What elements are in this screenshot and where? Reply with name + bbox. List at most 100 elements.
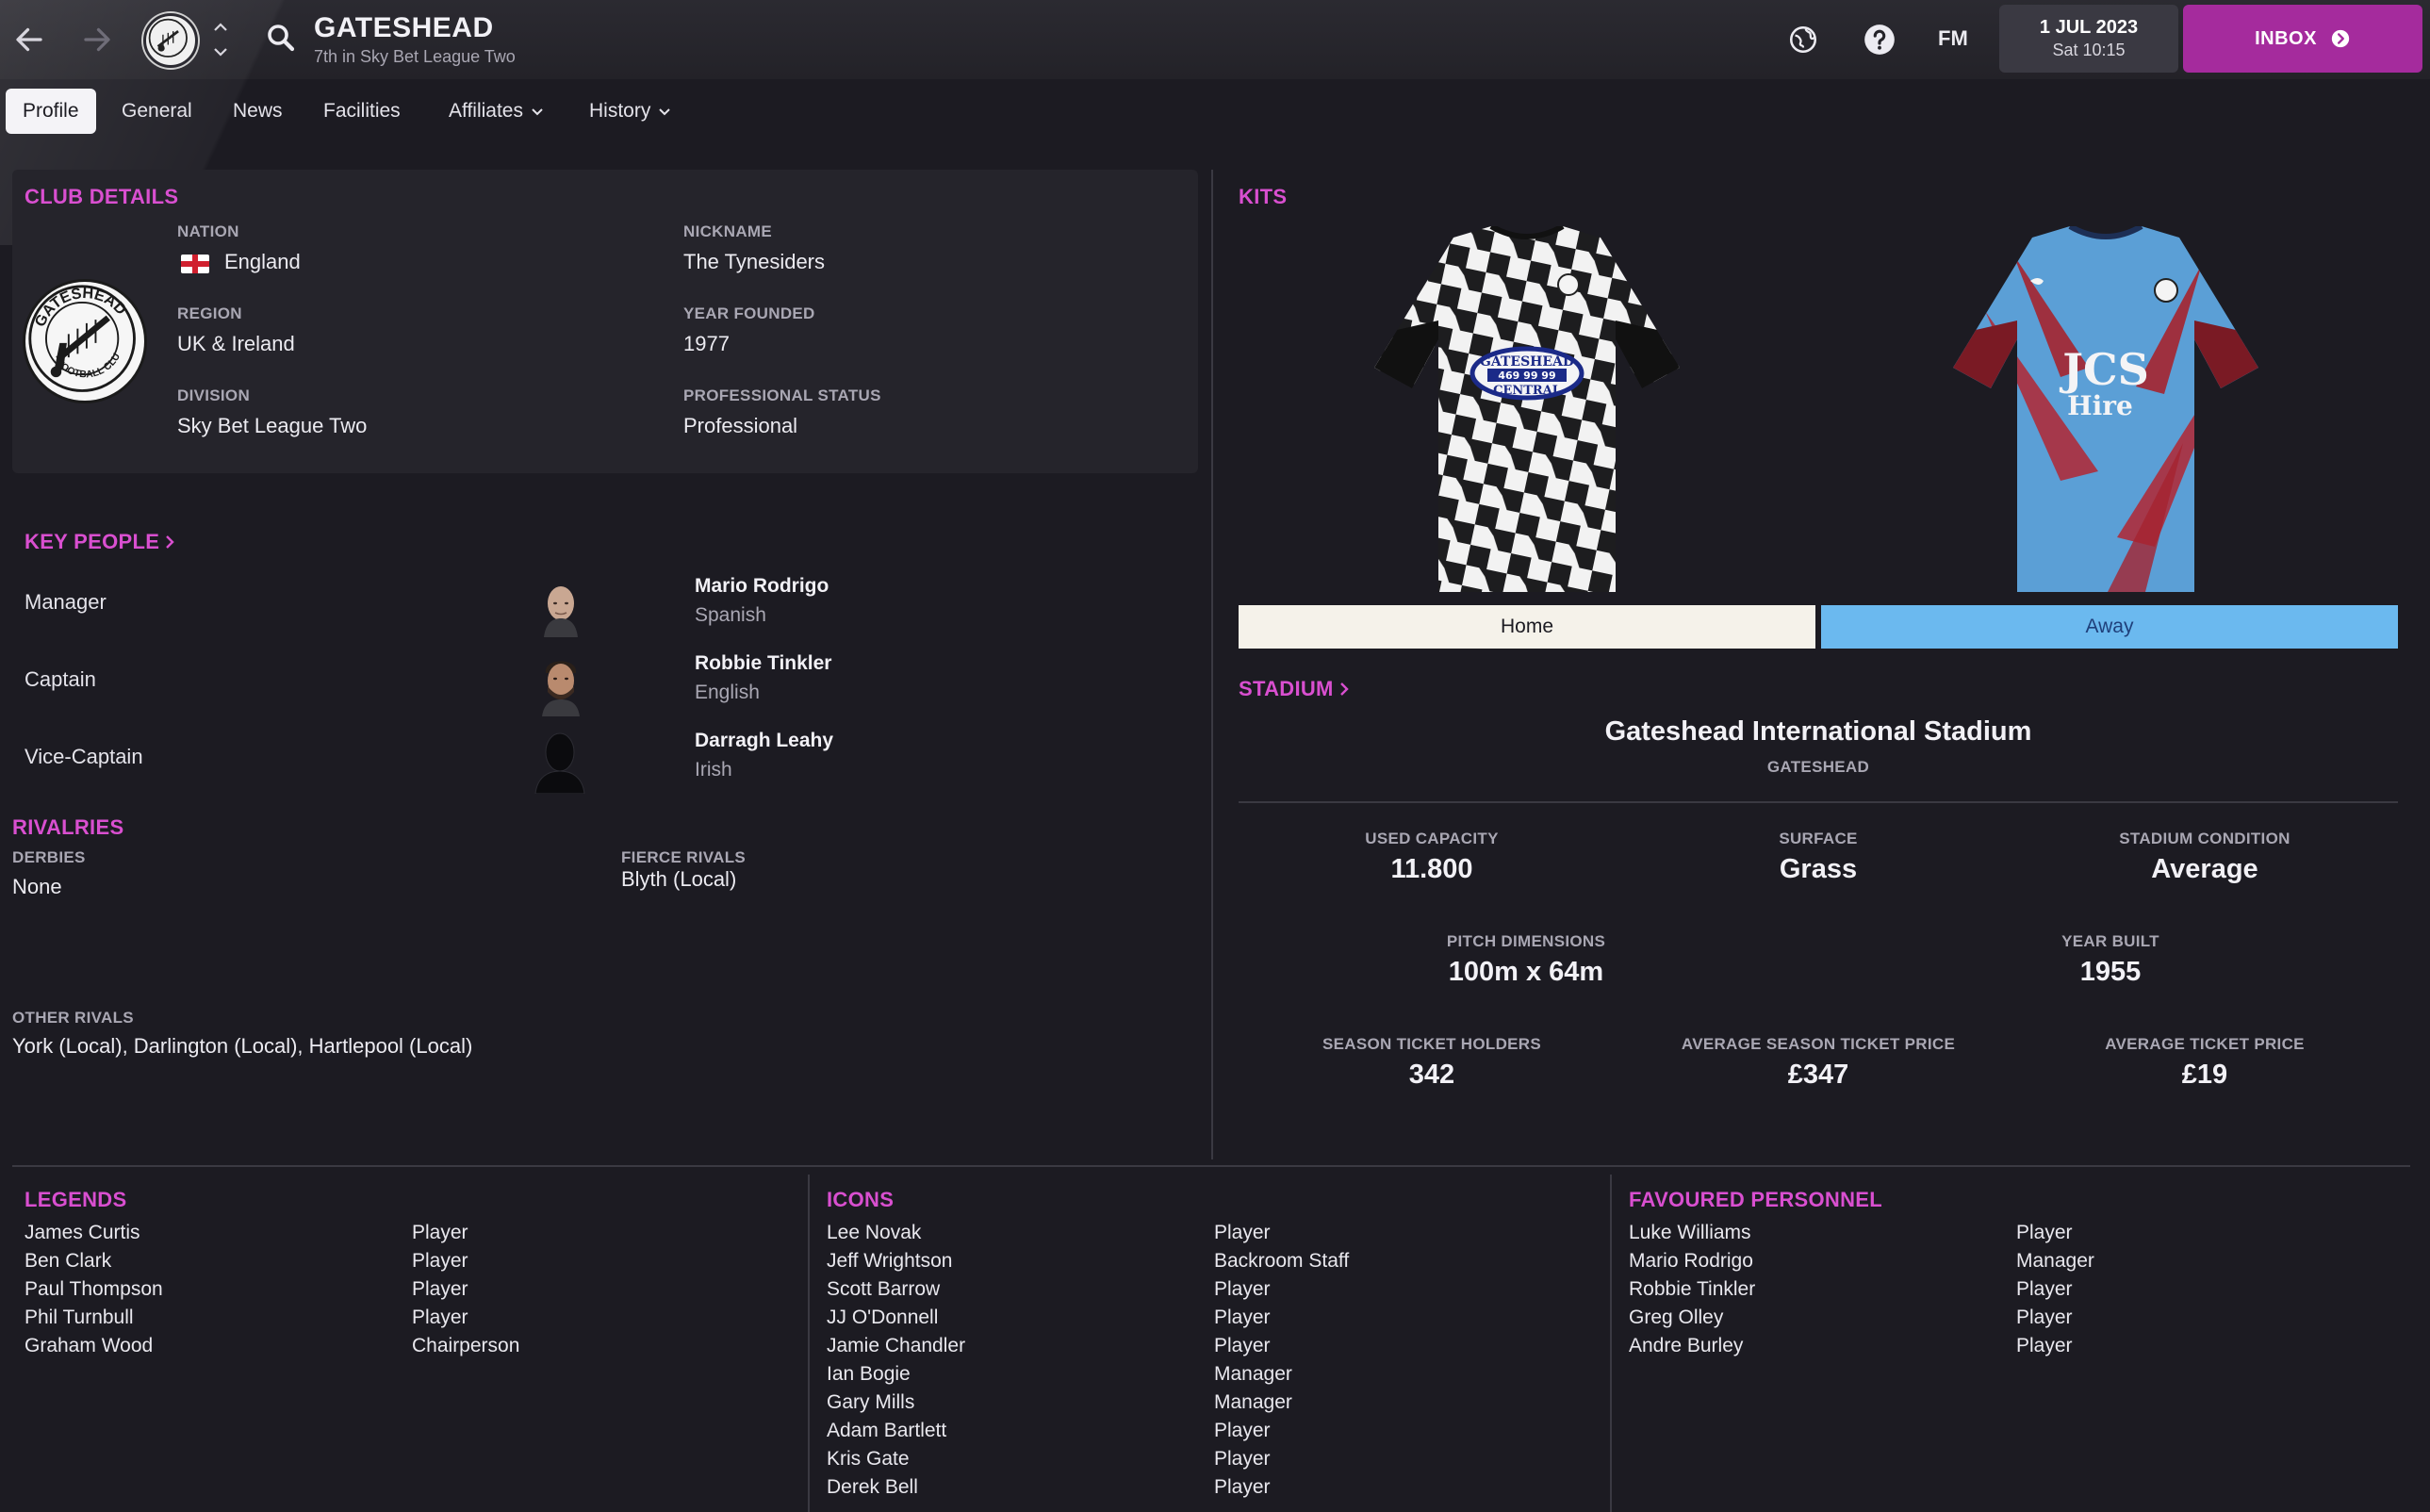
help-button[interactable] [1854, 14, 1905, 65]
chevron-up-down-icon [214, 23, 227, 57]
stadium-condition-value: Average [2151, 854, 2258, 884]
role-manager: Manager [25, 590, 107, 614]
chevron-down-icon [532, 108, 543, 116]
arrow-right-icon [84, 27, 110, 52]
world-button[interactable] [1778, 14, 1829, 65]
manager-nationality: Spanish [695, 604, 766, 626]
club-details-heading: CLUB DETAILS [25, 185, 179, 208]
tab-general[interactable]: General [105, 89, 209, 134]
back-button[interactable] [6, 16, 53, 63]
legends-icons-divider [808, 1175, 810, 1512]
vice-captain-avatar[interactable] [528, 724, 592, 795]
icon-person-name[interactable]: Derek Bell [827, 1473, 1204, 1502]
icon-person-name[interactable]: Ian Bogie [827, 1360, 1204, 1389]
column-divider [1211, 170, 1213, 1159]
legend-name[interactable]: Phil Turnbull [25, 1304, 402, 1332]
surface-label: SURFACE [1779, 830, 1858, 847]
icons-heading: ICONS [827, 1188, 895, 1211]
away-sponsor-line2: Hire [2067, 390, 2133, 421]
tab-profile[interactable]: Profile [6, 89, 96, 134]
favoured-role: Player [2016, 1278, 2073, 1300]
rivalries-heading: RIVALRIES [12, 815, 124, 839]
search-button[interactable] [264, 21, 298, 55]
legend-name[interactable]: Ben Clark [25, 1247, 402, 1275]
nation-label: NATION [177, 222, 239, 240]
silhouette-icon [534, 732, 585, 795]
key-people-link[interactable]: KEY PEOPLE [25, 530, 176, 554]
stadium-condition-label: STADIUM CONDITION [2119, 830, 2290, 847]
tab-history[interactable]: History [572, 89, 688, 134]
fm-menu-button[interactable]: FM [1938, 26, 1968, 51]
icon-person-name[interactable]: Kris Gate [827, 1445, 1204, 1473]
icon-person-role: Manager [1214, 1391, 1292, 1413]
legend-name[interactable]: James Curtis [25, 1219, 402, 1247]
club-crest-icon: GATESHEAD FOOTBALL CLUB [22, 273, 136, 392]
fierce-rivals-label: FIERCE RIVALS [621, 848, 747, 866]
away-kit-image[interactable]: JCS Hire [1947, 223, 2264, 594]
inbox-button[interactable]: INBOX [2183, 5, 2422, 73]
professional-status-value: Professional [683, 414, 798, 437]
icon-person-name[interactable]: Lee Novak [827, 1219, 1204, 1247]
tab-affiliates-label: Affiliates [449, 100, 523, 122]
legend-name[interactable]: Graham Wood [25, 1332, 402, 1360]
other-rivals-value: York (Local), Darlington (Local), Hartle… [12, 1034, 473, 1058]
manager-name[interactable]: Mario Rodrigo [695, 575, 829, 598]
home-kit-button[interactable]: Home [1239, 605, 1815, 649]
division-value[interactable]: Sky Bet League Two [177, 414, 367, 438]
club-badge[interactable]: GATESHEAD FOOTBALL CLUB [22, 273, 147, 403]
role-vice-captain: Vice-Captain [25, 745, 143, 768]
club-badge-small[interactable] [143, 13, 198, 68]
captain-name[interactable]: Robbie Tinkler [695, 652, 831, 675]
role-captain: Captain [25, 667, 96, 691]
manager-avatar[interactable] [531, 577, 591, 637]
club-crest-icon [148, 18, 188, 58]
favoured-names: Luke Williams Mario Rodrigo Robbie Tinkl… [1629, 1219, 2006, 1360]
forward-button[interactable] [74, 16, 121, 63]
legend-name[interactable]: Paul Thompson [25, 1275, 402, 1304]
icon-person-name[interactable]: Adam Bartlett [827, 1417, 1204, 1445]
derbies-value: None [12, 875, 62, 898]
favoured-role: Manager [2016, 1250, 2094, 1272]
icon-person-role: Player [1214, 1420, 1271, 1441]
stadium-name: Gateshead International Stadium [1604, 716, 2032, 747]
icon-person-role: Player [1214, 1476, 1271, 1498]
tab-news[interactable]: News [216, 89, 300, 134]
icon-person-name[interactable]: Jeff Wrightson [827, 1247, 1204, 1275]
captain-avatar[interactable] [531, 650, 591, 716]
season-ticket-holders-value: 342 [1408, 1060, 1455, 1090]
favoured-roles: Player Manager Player Player Player [2016, 1219, 2393, 1360]
favoured-name[interactable]: Andre Burley [1629, 1332, 2006, 1360]
tab-facilities[interactable]: Facilities [306, 89, 418, 134]
tab-affiliates[interactable]: Affiliates [432, 89, 561, 134]
favoured-name[interactable]: Greg Olley [1629, 1304, 2006, 1332]
avg-ticket-price-value: £19 [2181, 1060, 2228, 1090]
date-continue-box[interactable]: 1 JUL 2023 Sat 10:15 [1999, 5, 2178, 73]
favoured-role: Player [2016, 1222, 2073, 1243]
home-kit-image[interactable]: GATESHEAD 469 99 99 CENTRAL [1369, 223, 1685, 594]
key-people-heading: KEY PEOPLE [25, 530, 160, 553]
away-kit-button[interactable]: Away [1821, 605, 2398, 649]
pitch-dimensions-label: PITCH DIMENSIONS [1446, 932, 1606, 950]
legend-role: Player [412, 1307, 468, 1328]
favoured-name[interactable]: Robbie Tinkler [1629, 1275, 2006, 1304]
avg-season-ticket-price-value: £347 [1787, 1060, 1849, 1090]
legend-role: Player [412, 1278, 468, 1300]
nation-value[interactable]: England [224, 250, 301, 274]
favoured-name[interactable]: Luke Williams [1629, 1219, 2006, 1247]
icon-person-name[interactable]: Gary Mills [827, 1389, 1204, 1417]
arrow-circle-right-icon [2331, 29, 2350, 48]
fierce-rivals-value[interactable]: Blyth (Local) [621, 867, 736, 892]
favoured-role: Player [2016, 1335, 2073, 1356]
help-icon [1864, 25, 1895, 55]
vice-captain-name[interactable]: Darragh Leahy [695, 730, 833, 752]
favoured-name[interactable]: Mario Rodrigo [1629, 1247, 2006, 1275]
tab-history-label: History [589, 100, 651, 122]
surface-value: Grass [1779, 854, 1858, 884]
stadium-link[interactable]: STADIUM [1239, 677, 1351, 701]
icons-favoured-divider [1610, 1175, 1612, 1512]
icon-person-name[interactable]: Jamie Chandler [827, 1332, 1204, 1360]
other-rivals-label: OTHER RIVALS [12, 1009, 134, 1027]
club-switch-stepper[interactable] [209, 17, 232, 62]
icon-person-name[interactable]: Scott Barrow [827, 1275, 1204, 1304]
icon-person-name[interactable]: JJ O'Donnell [827, 1304, 1204, 1332]
